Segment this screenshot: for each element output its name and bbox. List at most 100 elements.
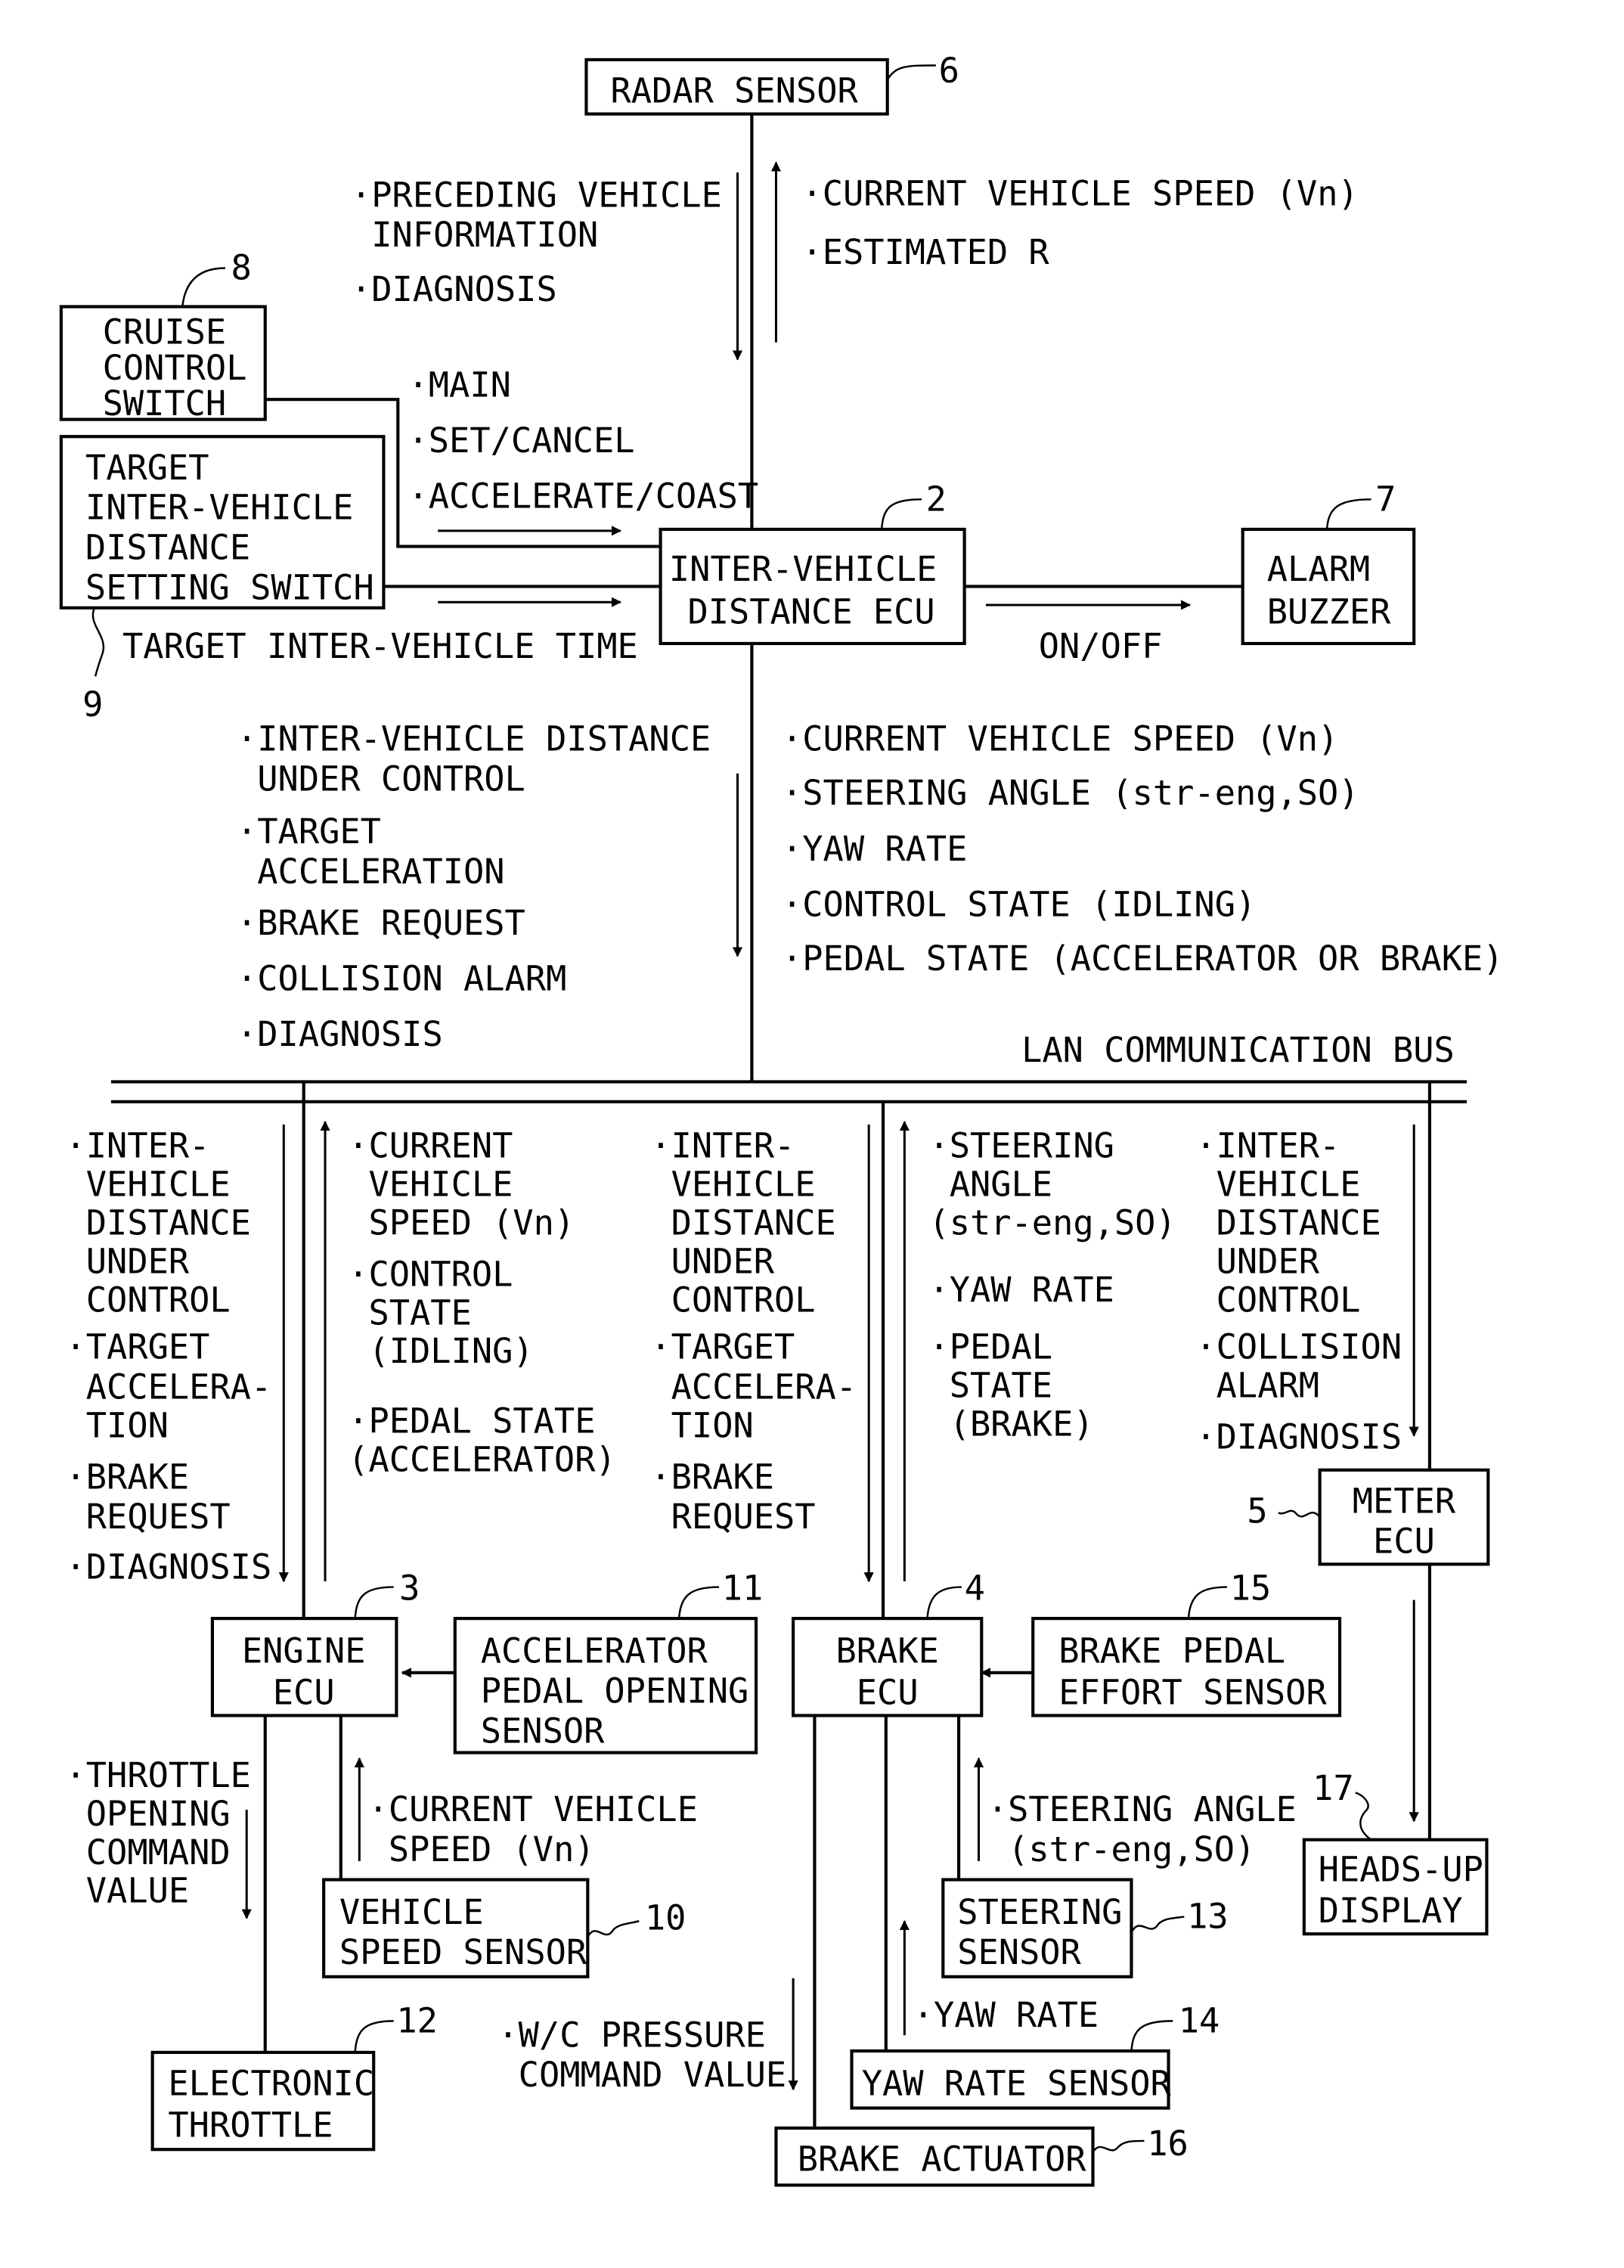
svg-text:DISTANCE: DISTANCE — [66, 1202, 251, 1243]
electronic-throttle-block: ELECTRONIC THROTTLE 12 — [150, 2000, 438, 2152]
svg-text:12: 12 — [396, 2000, 438, 2040]
svg-text:ECU: ECU — [1373, 1521, 1435, 1561]
svg-text:DISTANCE: DISTANCE — [1195, 1202, 1381, 1243]
lan-bus-label: LAN COMMUNICATION BUS — [1021, 1030, 1455, 1070]
svg-text:·CURRENT VEHICLE SPEED (Vn): ·CURRENT VEHICLE SPEED (Vn) — [782, 719, 1338, 759]
svg-text:·DIAGNOSIS: ·DIAGNOSIS — [66, 1547, 272, 1587]
svg-text:BUZZER: BUZZER — [1267, 592, 1391, 632]
svg-text:(str-eng,SO): (str-eng,SO) — [928, 1202, 1176, 1243]
svg-text:VEHICLE: VEHICLE — [1195, 1164, 1360, 1204]
svg-text:INFORMATION: INFORMATION — [351, 215, 598, 255]
svg-text:TION: TION — [650, 1405, 753, 1445]
svg-text:VEHICLE: VEHICLE — [348, 1164, 513, 1204]
svg-text:(ACCELERATOR): (ACCELERATOR) — [348, 1440, 616, 1480]
svg-text:11: 11 — [722, 1568, 764, 1609]
svg-text:ALARM: ALARM — [1195, 1366, 1319, 1406]
brake-ecu-block: BRAKE ECU 4 — [792, 1568, 985, 1717]
svg-text:UNDER CONTROL: UNDER CONTROL — [237, 759, 525, 799]
svg-text:VALUE: VALUE — [66, 1871, 190, 1911]
svg-text:·YAW RATE: ·YAW RATE — [782, 829, 967, 869]
svg-text:ACCELERATION: ACCELERATION — [237, 852, 505, 892]
svg-text:HEADS-UP: HEADS-UP — [1319, 1849, 1483, 1889]
svg-text:SPEED (Vn): SPEED (Vn) — [368, 1829, 595, 1869]
svg-text:OPENING: OPENING — [66, 1794, 231, 1834]
svg-text:·BRAKE: ·BRAKE — [650, 1457, 774, 1497]
svg-text:DISPLAY: DISPLAY — [1319, 1891, 1463, 1931]
svg-text:ENGINE: ENGINE — [242, 1631, 366, 1671]
svg-text:·PEDAL STATE (ACCELERATOR OR B: ·PEDAL STATE (ACCELERATOR OR BRAKE) — [782, 939, 1503, 979]
svg-text:SPEED SENSOR: SPEED SENSOR — [339, 1932, 587, 1972]
svg-text:SPEED (Vn): SPEED (Vn) — [348, 1202, 575, 1243]
svg-text:SETTING SWITCH: SETTING SWITCH — [85, 567, 374, 607]
svg-text:SENSOR: SENSOR — [481, 1711, 605, 1751]
svg-text:9: 9 — [82, 684, 103, 724]
svg-text:15: 15 — [1230, 1568, 1272, 1609]
svg-text:BRAKE ACTUATOR: BRAKE ACTUATOR — [798, 2139, 1087, 2180]
svg-text:THROTTLE: THROTTLE — [168, 2105, 333, 2145]
bus-to-meter-signals: ·INTER- VEHICLE DISTANCE UNDER CONTROL ·… — [1195, 1125, 1402, 1457]
svg-text:ACCELERATOR: ACCELERATOR — [481, 1631, 708, 1671]
svg-text:SENSOR: SENSOR — [957, 1932, 1081, 1972]
svg-text:·INTER-: ·INTER- — [66, 1125, 210, 1165]
svg-text:(IDLING): (IDLING) — [348, 1331, 533, 1371]
svg-text:8: 8 — [231, 248, 251, 288]
svg-text:VEHICLE: VEHICLE — [650, 1164, 815, 1204]
svg-text:·ACCELERATE/COAST: ·ACCELERATE/COAST — [408, 476, 759, 517]
svg-text:ACCELERA-: ACCELERA- — [650, 1367, 857, 1407]
cruise-switch-signals: ·MAIN ·SET/CANCEL ·ACCELERATE/COAST — [408, 365, 759, 516]
svg-text:·SET/CANCEL: ·SET/CANCEL — [408, 420, 635, 461]
svg-text:UNDER: UNDER — [650, 1241, 774, 1281]
speed-sensor-signals: ·CURRENT VEHICLE SPEED (Vn) — [368, 1789, 698, 1869]
svg-text:·CURRENT VEHICLE: ·CURRENT VEHICLE — [368, 1789, 698, 1829]
svg-text:·TARGET: ·TARGET — [66, 1327, 210, 1367]
svg-text:5: 5 — [1247, 1491, 1267, 1531]
target-time-signal: TARGET INTER-VEHICLE TIME — [122, 626, 638, 666]
meter-ecu-block: METER ECU 5 — [1247, 1468, 1490, 1566]
svg-text:REQUEST: REQUEST — [66, 1497, 231, 1537]
svg-text:13: 13 — [1187, 1897, 1229, 1937]
distance-setting-switch-block: TARGET INTER-VEHICLE DISTANCE SETTING SW… — [59, 435, 386, 724]
svg-text:·STEERING ANGLE (str-eng,SO): ·STEERING ANGLE (str-eng,SO) — [782, 773, 1359, 813]
cruise-control-switch-block: CRUISE CONTROL SWITCH 8 — [59, 248, 267, 424]
svg-text:·COLLISION ALARM: ·COLLISION ALARM — [237, 959, 566, 999]
svg-text:·DIAGNOSIS: ·DIAGNOSIS — [237, 1014, 443, 1054]
svg-text:·BRAKE: ·BRAKE — [66, 1457, 190, 1497]
svg-text:·INTER-: ·INTER- — [650, 1125, 795, 1165]
bus-to-ecu-signals: ·CURRENT VEHICLE SPEED (Vn) ·STEERING AN… — [782, 719, 1503, 979]
svg-text:INTER-VEHICLE: INTER-VEHICLE — [85, 488, 354, 528]
svg-text:·COLLISION: ·COLLISION — [1195, 1327, 1402, 1367]
svg-text:16: 16 — [1147, 2124, 1189, 2164]
svg-text:·INTER-VEHICLE DISTANCE: ·INTER-VEHICLE DISTANCE — [237, 719, 711, 759]
svg-text:STATE: STATE — [928, 1366, 1052, 1406]
steering-sensor-block: STEERING SENSOR 13 — [941, 1878, 1229, 1978]
svg-text:·PEDAL: ·PEDAL — [928, 1327, 1052, 1367]
svg-text:·ESTIMATED R: ·ESTIMATED R — [801, 232, 1049, 272]
ecu-to-bus-signals: ·INTER-VEHICLE DISTANCE UNDER CONTROL ·T… — [237, 719, 711, 1055]
radar-sensor-block: RADAR SENSOR 6 — [584, 51, 959, 116]
svg-text:·THROTTLE: ·THROTTLE — [66, 1755, 251, 1795]
engine-ecu-block: ENGINE ECU 3 — [210, 1568, 420, 1717]
svg-text:VEHICLE: VEHICLE — [339, 1892, 484, 1932]
svg-text:ACCELERA-: ACCELERA- — [66, 1367, 272, 1407]
svg-text:DISTANCE: DISTANCE — [85, 528, 250, 568]
svg-text:ALARM: ALARM — [1267, 549, 1370, 589]
engine-to-bus-signals: ·CURRENT VEHICLE SPEED (Vn) ·CONTROL STA… — [348, 1125, 616, 1479]
svg-text:2: 2 — [926, 479, 947, 519]
svg-text:UNDER: UNDER — [66, 1241, 190, 1281]
bus-to-engine-signals: ·INTER- VEHICLE DISTANCE UNDER CONTROL ·… — [66, 1125, 272, 1587]
svg-text:10: 10 — [645, 1898, 686, 1938]
svg-text:(str-eng,SO): (str-eng,SO) — [987, 1829, 1256, 1869]
svg-text:·PRECEDING VEHICLE: ·PRECEDING VEHICLE — [351, 175, 722, 215]
svg-text:TARGET: TARGET — [85, 448, 209, 488]
svg-text:STEERING: STEERING — [957, 1892, 1122, 1932]
svg-text:COMMAND VALUE: COMMAND VALUE — [497, 2055, 786, 2095]
steering-sensor-signals: ·STEERING ANGLE (str-eng,SO) — [987, 1789, 1297, 1869]
svg-text:·TARGET: ·TARGET — [237, 811, 381, 852]
svg-text:7: 7 — [1375, 479, 1396, 519]
svg-text:·CURRENT: ·CURRENT — [348, 1125, 513, 1165]
svg-text:ANGLE: ANGLE — [928, 1164, 1052, 1204]
svg-text:EFFORT SENSOR: EFFORT SENSOR — [1058, 1672, 1327, 1712]
svg-text:VEHICLE: VEHICLE — [66, 1164, 231, 1204]
svg-text:METER: METER — [1353, 1481, 1456, 1521]
svg-text:CONTROL: CONTROL — [103, 348, 247, 388]
